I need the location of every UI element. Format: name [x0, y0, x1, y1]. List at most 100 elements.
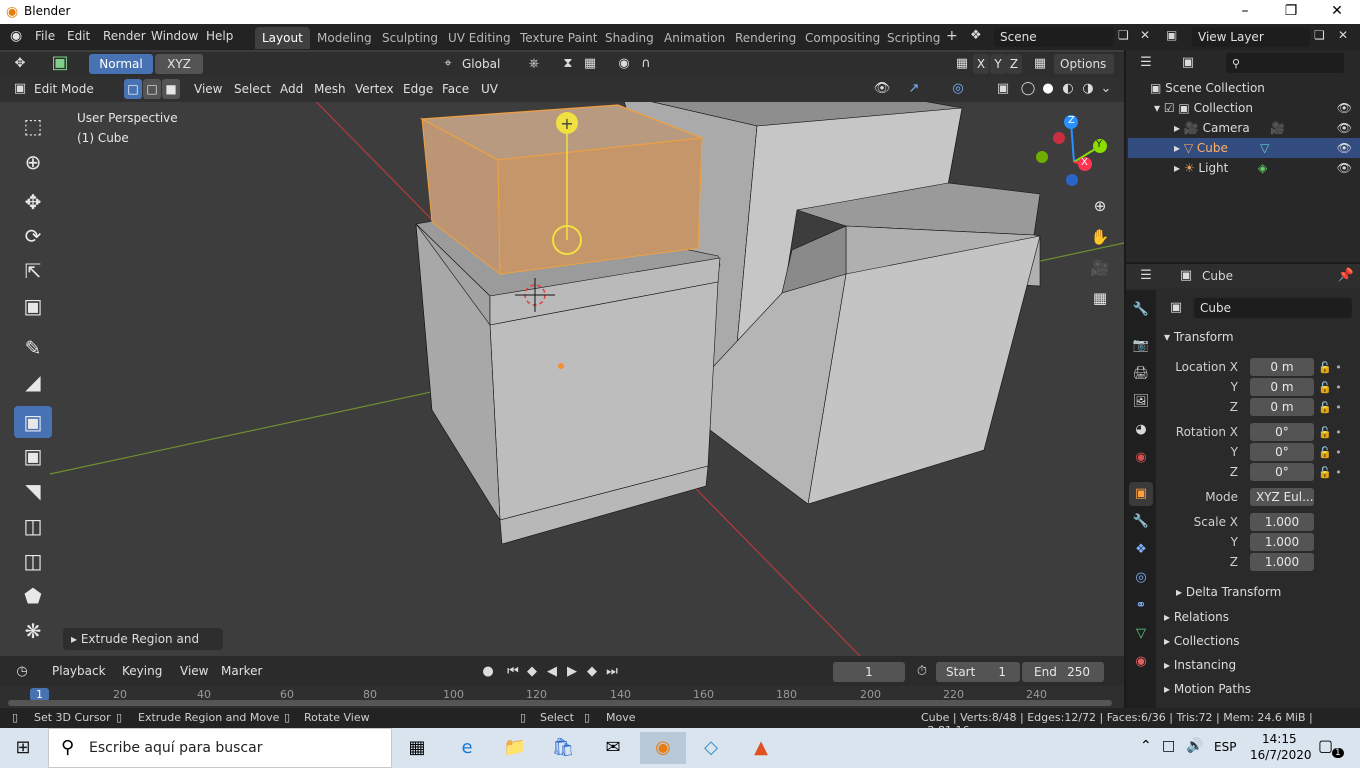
- object-name-field[interactable]: Cube: [1194, 298, 1352, 318]
- rotation-y-field[interactable]: 0°: [1250, 443, 1314, 461]
- visibility-eye-icon[interactable]: 👁: [872, 79, 892, 99]
- motion-paths-panel-header[interactable]: ▸ Motion Paths: [1156, 678, 1360, 700]
- spin-tool[interactable]: ❋: [14, 615, 52, 647]
- timeline-scrollbar[interactable]: [8, 700, 1112, 706]
- eye-icon[interactable]: 👁: [1337, 98, 1352, 118]
- edge-select-mode-button[interactable]: □: [143, 79, 161, 99]
- pan-hand-icon[interactable]: ✋: [1087, 224, 1113, 250]
- timeline-ruler[interactable]: 1 20 40 60 80 100 120 140 160 180 200 22…: [0, 686, 1124, 708]
- relations-panel-header[interactable]: ▸ Relations: [1156, 606, 1360, 628]
- jump-end-icon[interactable]: ⏭: [602, 662, 622, 682]
- tab-rendering[interactable]: Rendering: [728, 27, 803, 49]
- vertex-select-mode-button[interactable]: □: [124, 79, 142, 99]
- timeline-menu-playback[interactable]: Playback: [52, 664, 106, 678]
- header-menu-uv[interactable]: UV: [481, 82, 498, 96]
- maximize-icon[interactable]: ❐: [1268, 0, 1314, 24]
- next-keyframe-icon[interactable]: ◆: [582, 662, 602, 682]
- material-shading-icon[interactable]: ◐: [1058, 79, 1078, 99]
- scene-icon[interactable]: ❖: [970, 28, 982, 43]
- mail-icon[interactable]: ✉: [590, 732, 636, 764]
- select-box-tool[interactable]: ⬚: [14, 110, 52, 142]
- remove-view-layer-icon[interactable]: ✕: [1338, 28, 1348, 42]
- header-menu-add[interactable]: Add: [280, 82, 303, 96]
- ortho-grid-icon[interactable]: ▦: [1087, 285, 1113, 311]
- outliner-item-light[interactable]: ▸ ☀ Light ◈ 👁: [1128, 158, 1360, 178]
- tab-shading[interactable]: Shading: [598, 27, 661, 49]
- shading-options-icon[interactable]: ⌄: [1096, 79, 1116, 99]
- camera-data-icon[interactable]: 🎥: [1270, 118, 1285, 138]
- current-frame-field[interactable]: 1: [833, 662, 905, 682]
- location-x-field[interactable]: 0 m: [1250, 358, 1314, 376]
- measure-tool[interactable]: ◢: [14, 366, 52, 398]
- edge-browser-icon[interactable]: e: [444, 732, 490, 764]
- display-mode-icon[interactable]: ▣: [1178, 53, 1198, 73]
- scale-tool[interactable]: ⇱: [14, 255, 52, 287]
- header-menu-edge[interactable]: Edge: [403, 82, 433, 96]
- wireframe-shading-icon[interactable]: ◯: [1018, 79, 1038, 99]
- header-menu-face[interactable]: Face: [442, 82, 469, 96]
- edit-mode-icon[interactable]: ▣: [10, 79, 30, 99]
- mesh-data-tab-icon[interactable]: ▽: [1129, 622, 1153, 646]
- render-tab-icon[interactable]: 📷: [1129, 334, 1153, 358]
- tray-chevron-icon[interactable]: ⌃: [1140, 738, 1152, 754]
- rotation-z-field[interactable]: 0°: [1250, 463, 1314, 481]
- loop-cut-tool[interactable]: ◫: [14, 510, 52, 542]
- timeline-menu-marker[interactable]: Marker: [221, 664, 262, 678]
- solid-shading-icon[interactable]: ●: [1038, 79, 1058, 99]
- volume-icon[interactable]: 🔊: [1186, 738, 1203, 754]
- lock-icon[interactable]: 🔓 •: [1318, 423, 1358, 443]
- collections-panel-header[interactable]: ▸ Collections: [1156, 630, 1360, 652]
- output-tab-icon[interactable]: 🖨: [1129, 362, 1153, 386]
- lock-icon[interactable]: 🔓 •: [1318, 358, 1358, 378]
- mirror-y-button[interactable]: Y: [990, 54, 1006, 74]
- play-icon[interactable]: ▶: [562, 662, 582, 682]
- material-tab-icon[interactable]: ◉: [1129, 650, 1153, 674]
- blender-menu-icon[interactable]: ◉: [10, 28, 22, 44]
- scale-y-field[interactable]: 1.000: [1250, 533, 1314, 551]
- transform-tool[interactable]: ▣: [14, 290, 52, 322]
- outliner-scene-collection[interactable]: ▣ Scene Collection: [1128, 78, 1360, 98]
- tab-scripting[interactable]: Scripting: [880, 27, 947, 49]
- lock-icon[interactable]: 🔓 •: [1318, 378, 1358, 398]
- xray-toggle-icon[interactable]: ▣: [993, 79, 1013, 99]
- rotate-tool[interactable]: ⟳: [14, 220, 52, 252]
- modifier-tab-icon[interactable]: 🔧: [1129, 510, 1153, 534]
- store-icon[interactable]: 🛍: [540, 732, 586, 764]
- jump-start-icon[interactable]: ⏮: [503, 662, 523, 682]
- minimize-icon[interactable]: –: [1222, 0, 1268, 24]
- menu-file[interactable]: File: [35, 29, 55, 43]
- outliner-item-cube[interactable]: ▸ ▽ Cube ▽ 👁: [1128, 138, 1360, 158]
- snap-target-icon[interactable]: ▦: [580, 54, 600, 74]
- header-menu-view[interactable]: View: [194, 82, 222, 96]
- overlay-toggle-icon[interactable]: ◎: [948, 79, 968, 99]
- scene-name-field[interactable]: Scene: [994, 27, 1114, 47]
- auto-merge-icon[interactable]: ▦: [1030, 54, 1050, 74]
- 3d-viewport[interactable]: + Z Y X ✥ ▣ Normal XYZ ⌖ Global ⎈ ⧗ ▦ ◉ …: [0, 50, 1124, 656]
- scale-z-field[interactable]: 1.000: [1250, 553, 1314, 571]
- eye-icon[interactable]: 👁: [1337, 118, 1352, 138]
- instancing-panel-header[interactable]: ▸ Instancing: [1156, 654, 1360, 676]
- lock-icon[interactable]: 🔓 •: [1318, 398, 1358, 418]
- network-icon[interactable]: □: [1162, 738, 1175, 754]
- lock-icon[interactable]: 🔓 •: [1318, 463, 1358, 483]
- tab-compositing[interactable]: Compositing: [798, 27, 887, 49]
- mirror-x-button[interactable]: X: [973, 54, 989, 74]
- axes-xyz-button[interactable]: XYZ: [155, 54, 203, 74]
- brave-browser-icon[interactable]: ▲: [738, 732, 784, 764]
- menu-edit[interactable]: Edit: [67, 29, 90, 43]
- zoom-icon[interactable]: ⊕: [1087, 193, 1113, 219]
- menu-window[interactable]: Window: [151, 29, 198, 43]
- prev-keyframe-icon[interactable]: ◆: [522, 662, 542, 682]
- outliner-collection[interactable]: ▾ ☑ ▣ Collection 👁: [1128, 98, 1360, 118]
- timeline-menu-keying[interactable]: Keying: [122, 664, 162, 678]
- face-select-mode-button[interactable]: ■: [162, 79, 180, 99]
- pivot-point-icon[interactable]: ⎈: [524, 54, 544, 74]
- notifications-icon[interactable]: ▢: [1318, 736, 1333, 755]
- poly-build-tool[interactable]: ⬟: [14, 580, 52, 612]
- add-workspace-icon[interactable]: +: [946, 28, 958, 44]
- rendered-shading-icon[interactable]: ◑: [1078, 79, 1098, 99]
- mirror-icon[interactable]: ▦: [952, 54, 972, 74]
- record-icon[interactable]: ●: [478, 662, 498, 682]
- extrude-region-tool[interactable]: ▣: [14, 406, 52, 438]
- delta-transform-header[interactable]: ▸ Delta Transform: [1156, 582, 1360, 602]
